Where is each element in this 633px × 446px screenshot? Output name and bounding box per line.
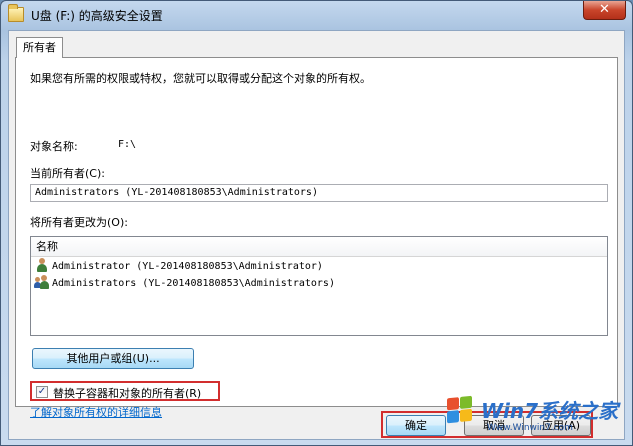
- change-owner-label: 将所有者更改为(O):: [30, 216, 128, 229]
- current-owner-field: Administrators (YL-201408180853\Administ…: [30, 184, 608, 202]
- replace-owner-label[interactable]: 替换子容器和对象的所有者(R): [53, 385, 201, 401]
- group-icon: [34, 275, 49, 289]
- ok-button[interactable]: 确定: [386, 415, 446, 436]
- list-item[interactable]: Administrator (YL-201408180853\Administr…: [31, 257, 607, 274]
- close-button[interactable]: ✕: [583, 1, 626, 20]
- folder-icon: [8, 4, 24, 22]
- other-users-button[interactable]: 其他用户或组(U)...: [32, 348, 194, 369]
- list-item-text: Administrator (YL-201408180853\Administr…: [52, 261, 323, 272]
- title-bar[interactable]: U盘 (F:) 的高级安全设置 ✕: [1, 1, 632, 29]
- window-title: U盘 (F:) 的高级安全设置: [31, 9, 163, 23]
- owner-candidate-list[interactable]: 名称 Administrator (YL-201408180853\Admini…: [30, 236, 608, 336]
- replace-owner-checkbox-row[interactable]: ✓ 替换子容器和对象的所有者(R): [30, 381, 220, 401]
- dialog-client-area: 所有者 如果您有所需的权限或特权，您就可以取得或分配这个对象的所有权。 对象名称…: [8, 30, 625, 440]
- replace-owner-checkbox[interactable]: ✓: [36, 386, 48, 398]
- watermark: Win7系统之家 Www.Winwin7.com: [447, 393, 625, 438]
- current-owner-label: 当前所有者(C):: [30, 167, 105, 180]
- list-column-header-name[interactable]: 名称: [31, 237, 607, 257]
- watermark-url: Www.Winwin7.com: [487, 423, 573, 433]
- user-icon: [35, 258, 49, 272]
- intro-text: 如果您有所需的权限或特权，您就可以取得或分配这个对象的所有权。: [30, 72, 371, 85]
- list-item[interactable]: Administrators (YL-201408180853\Administ…: [31, 274, 607, 291]
- list-item-text: Administrators (YL-201408180853\Administ…: [52, 278, 335, 289]
- tab-owner[interactable]: 所有者: [16, 37, 63, 58]
- learn-more-link[interactable]: 了解对象所有权的详细信息: [30, 404, 162, 420]
- owner-panel: 如果您有所需的权限或特权，您就可以取得或分配这个对象的所有权。 对象名称: F:…: [15, 57, 618, 419]
- security-settings-window: U盘 (F:) 的高级安全设置 ✕ 所有者 如果您有所需的权限或特权，您就可以取…: [0, 0, 633, 446]
- watermark-text: Win7系统之家: [481, 399, 619, 423]
- object-name-value: F:\: [118, 139, 137, 150]
- object-name-label: 对象名称:: [30, 140, 78, 153]
- windows-logo-icon: [447, 395, 473, 425]
